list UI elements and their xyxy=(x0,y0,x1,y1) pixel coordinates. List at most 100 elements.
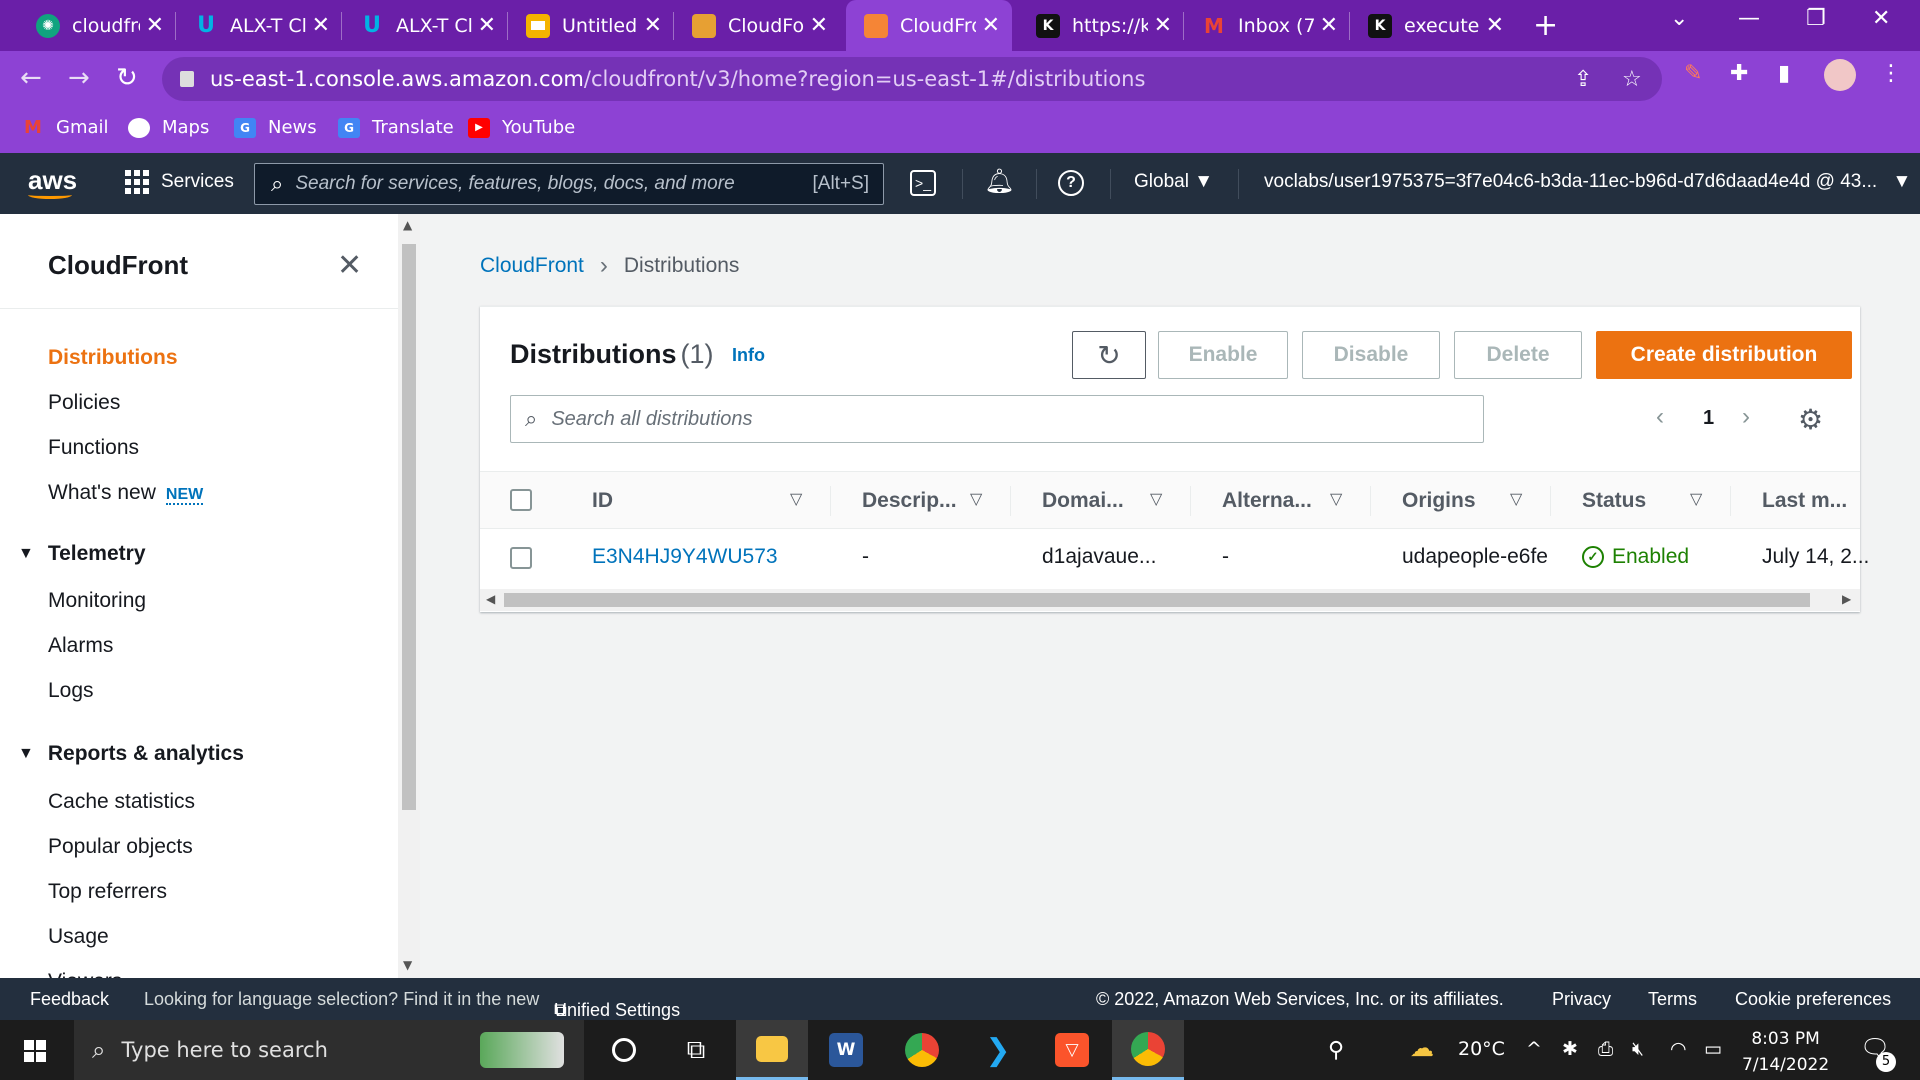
vscode-icon[interactable]: ❯ xyxy=(962,1020,1034,1080)
refresh-button[interactable]: ↻ xyxy=(1072,331,1146,379)
distribution-id-link[interactable]: E3N4HJ9Y4WU573 xyxy=(592,545,778,569)
close-tab-icon[interactable]: ✕ xyxy=(982,13,1000,38)
notifications-bell-icon[interactable]: 🔔︎ xyxy=(984,167,1014,196)
aws-search-input[interactable]: ⌕ Search for services, features, blogs, … xyxy=(254,163,884,205)
region-selector[interactable]: Global ▼ xyxy=(1134,171,1213,193)
system-clock[interactable]: 8:03 PM 7/14/2022 xyxy=(1742,1026,1829,1078)
scrollbar-thumb[interactable] xyxy=(504,593,1810,607)
cookie-preferences-link[interactable]: Cookie preferences xyxy=(1735,989,1891,1010)
sidebar-scrollbar[interactable]: ▲ ▼ xyxy=(398,214,420,978)
device-icon[interactable]: ⎙ xyxy=(1598,1038,1613,1060)
next-page-icon[interactable]: › xyxy=(1742,403,1750,431)
url-bar[interactable]: us-east-1.console.aws.amazon.com/cloudfr… xyxy=(162,57,1662,101)
column-header-description[interactable]: Descrip... xyxy=(862,489,957,513)
cloudshell-icon[interactable]: >_ xyxy=(910,170,936,196)
browser-tab[interactable]: Untitled ✕ xyxy=(508,0,674,51)
column-header-id[interactable]: ID xyxy=(592,489,613,513)
battery-icon[interactable]: ▭ xyxy=(1704,1038,1722,1060)
sidebar-item-alarms[interactable]: Alarms xyxy=(48,634,113,658)
info-link[interactable]: Info xyxy=(732,345,765,366)
chevron-up-icon[interactable]: ^ xyxy=(1526,1038,1542,1060)
sort-icon[interactable]: ▽ xyxy=(1510,489,1522,509)
sort-icon[interactable]: ▽ xyxy=(970,489,982,509)
close-tab-icon[interactable]: ✕ xyxy=(312,13,330,38)
file-explorer-icon[interactable] xyxy=(736,1020,808,1080)
bookmark-translate[interactable]: G Translate xyxy=(338,117,454,138)
sidebar-item-functions[interactable]: Functions xyxy=(48,436,139,460)
close-tab-icon[interactable]: ✕ xyxy=(146,13,164,38)
bookmark-news[interactable]: G News xyxy=(234,117,317,138)
sidebar-item-monitoring[interactable]: Monitoring xyxy=(48,589,146,613)
bookmark-gmail[interactable]: M Gmail xyxy=(22,117,108,138)
side-panel-icon[interactable]: ▮ xyxy=(1778,61,1790,86)
sidebar-item-top-referrers[interactable]: Top referrers xyxy=(48,880,167,904)
close-tab-icon[interactable]: ✕ xyxy=(1154,13,1172,38)
profile-avatar[interactable] xyxy=(1824,59,1856,91)
weather-temperature[interactable]: 20°C xyxy=(1458,1038,1505,1060)
bookmark-star-icon[interactable]: ☆ xyxy=(1622,67,1642,92)
browser-tab[interactable]: K execute- ✕ xyxy=(1350,0,1516,51)
scroll-left-icon[interactable]: ◀ xyxy=(486,592,495,606)
sidebar-section-reports[interactable]: ▼ Reports & analytics xyxy=(18,742,244,766)
help-icon[interactable]: ? xyxy=(1058,170,1084,196)
column-header-domain[interactable]: Domai... xyxy=(1042,489,1124,513)
scroll-up-icon[interactable]: ▲ xyxy=(403,218,412,232)
minimize-button[interactable]: — xyxy=(1738,6,1760,31)
page-number[interactable]: 1 xyxy=(1703,407,1714,430)
feedback-link[interactable]: Feedback xyxy=(30,989,109,1010)
close-tab-icon[interactable]: ✕ xyxy=(1486,13,1504,38)
account-menu[interactable]: voclabs/user1975375=3f7e04c6-b3da-11ec-b… xyxy=(1264,171,1911,193)
scrollbar-thumb[interactable] xyxy=(402,244,416,810)
close-window-button[interactable]: ✕ xyxy=(1872,6,1890,31)
reload-icon[interactable]: ↻ xyxy=(116,63,138,93)
table-horizontal-scrollbar[interactable]: ◀ ▶ xyxy=(480,589,1860,611)
back-icon[interactable]: ← xyxy=(20,63,42,93)
chrome-menu-icon[interactable]: ⋮ xyxy=(1880,61,1902,86)
sort-icon[interactable]: ▽ xyxy=(1150,489,1162,509)
terms-link[interactable]: Terms xyxy=(1648,989,1697,1010)
close-tab-icon[interactable]: ✕ xyxy=(1320,13,1338,38)
people-icon[interactable]: ⚲ xyxy=(1328,1038,1344,1063)
browser-tab[interactable]: U ALX-T Cl ✕ xyxy=(176,0,342,51)
windows-start-icon[interactable] xyxy=(24,1040,46,1062)
row-checkbox[interactable] xyxy=(510,547,532,569)
sidebar-item-logs[interactable]: Logs xyxy=(48,679,94,703)
sidebar-item-viewers[interactable]: Viewers xyxy=(48,970,122,978)
create-distribution-button[interactable]: Create distribution xyxy=(1596,331,1852,379)
forward-icon[interactable]: → xyxy=(68,63,90,93)
select-all-checkbox[interactable] xyxy=(510,489,532,511)
delete-button[interactable]: Delete xyxy=(1454,331,1582,379)
scroll-down-icon[interactable]: ▼ xyxy=(403,958,412,972)
services-menu-button[interactable]: Services xyxy=(125,170,234,194)
bookmark-maps[interactable]: Maps xyxy=(128,117,209,138)
chrome-icon[interactable] xyxy=(886,1020,958,1080)
restore-button[interactable]: ❐ xyxy=(1806,6,1826,31)
chrome-profile-icon[interactable] xyxy=(1112,1020,1184,1080)
aws-logo[interactable]: aws xyxy=(28,165,77,199)
sort-icon[interactable]: ▽ xyxy=(1690,489,1702,509)
sidebar-item-usage[interactable]: Usage xyxy=(48,925,109,949)
volume-muted-icon[interactable]: 🔇︎ xyxy=(1632,1038,1644,1060)
privacy-link[interactable]: Privacy xyxy=(1552,989,1611,1010)
sidebar-item-popular-objects[interactable]: Popular objects xyxy=(48,835,193,859)
previous-page-icon[interactable]: ‹ xyxy=(1656,403,1664,431)
task-view-icon[interactable]: ⧉ xyxy=(660,1020,732,1080)
breadcrumb-cloudfront-link[interactable]: CloudFront xyxy=(480,254,584,278)
browser-tab[interactable]: K https://k ✕ xyxy=(1018,0,1184,51)
extensions-puzzle-icon[interactable]: ✚ xyxy=(1730,61,1748,86)
close-tab-icon[interactable]: ✕ xyxy=(810,13,828,38)
cortana-icon[interactable] xyxy=(588,1020,660,1080)
browser-tab[interactable]: CloudFor ✕ xyxy=(674,0,840,51)
close-tab-icon[interactable]: ✕ xyxy=(644,13,662,38)
share-icon[interactable]: ⇪ xyxy=(1574,67,1592,92)
close-tab-icon[interactable]: ✕ xyxy=(478,13,496,38)
browser-tab[interactable]: U ALX-T Cl ✕ xyxy=(342,0,508,51)
bookmark-youtube[interactable]: ▶ YouTube xyxy=(468,117,575,138)
close-icon[interactable]: ✕ xyxy=(337,248,362,283)
sidebar-item-policies[interactable]: Policies xyxy=(48,391,120,415)
sidebar-item-distributions[interactable]: Distributions xyxy=(48,346,178,370)
column-header-last-modified[interactable]: Last m... xyxy=(1762,489,1847,513)
tab-search-icon[interactable]: ⌄ xyxy=(1670,6,1688,31)
brave-icon[interactable]: ▽ xyxy=(1036,1020,1108,1080)
browser-tab[interactable]: ✺ cloudfron ✕ xyxy=(18,0,176,51)
